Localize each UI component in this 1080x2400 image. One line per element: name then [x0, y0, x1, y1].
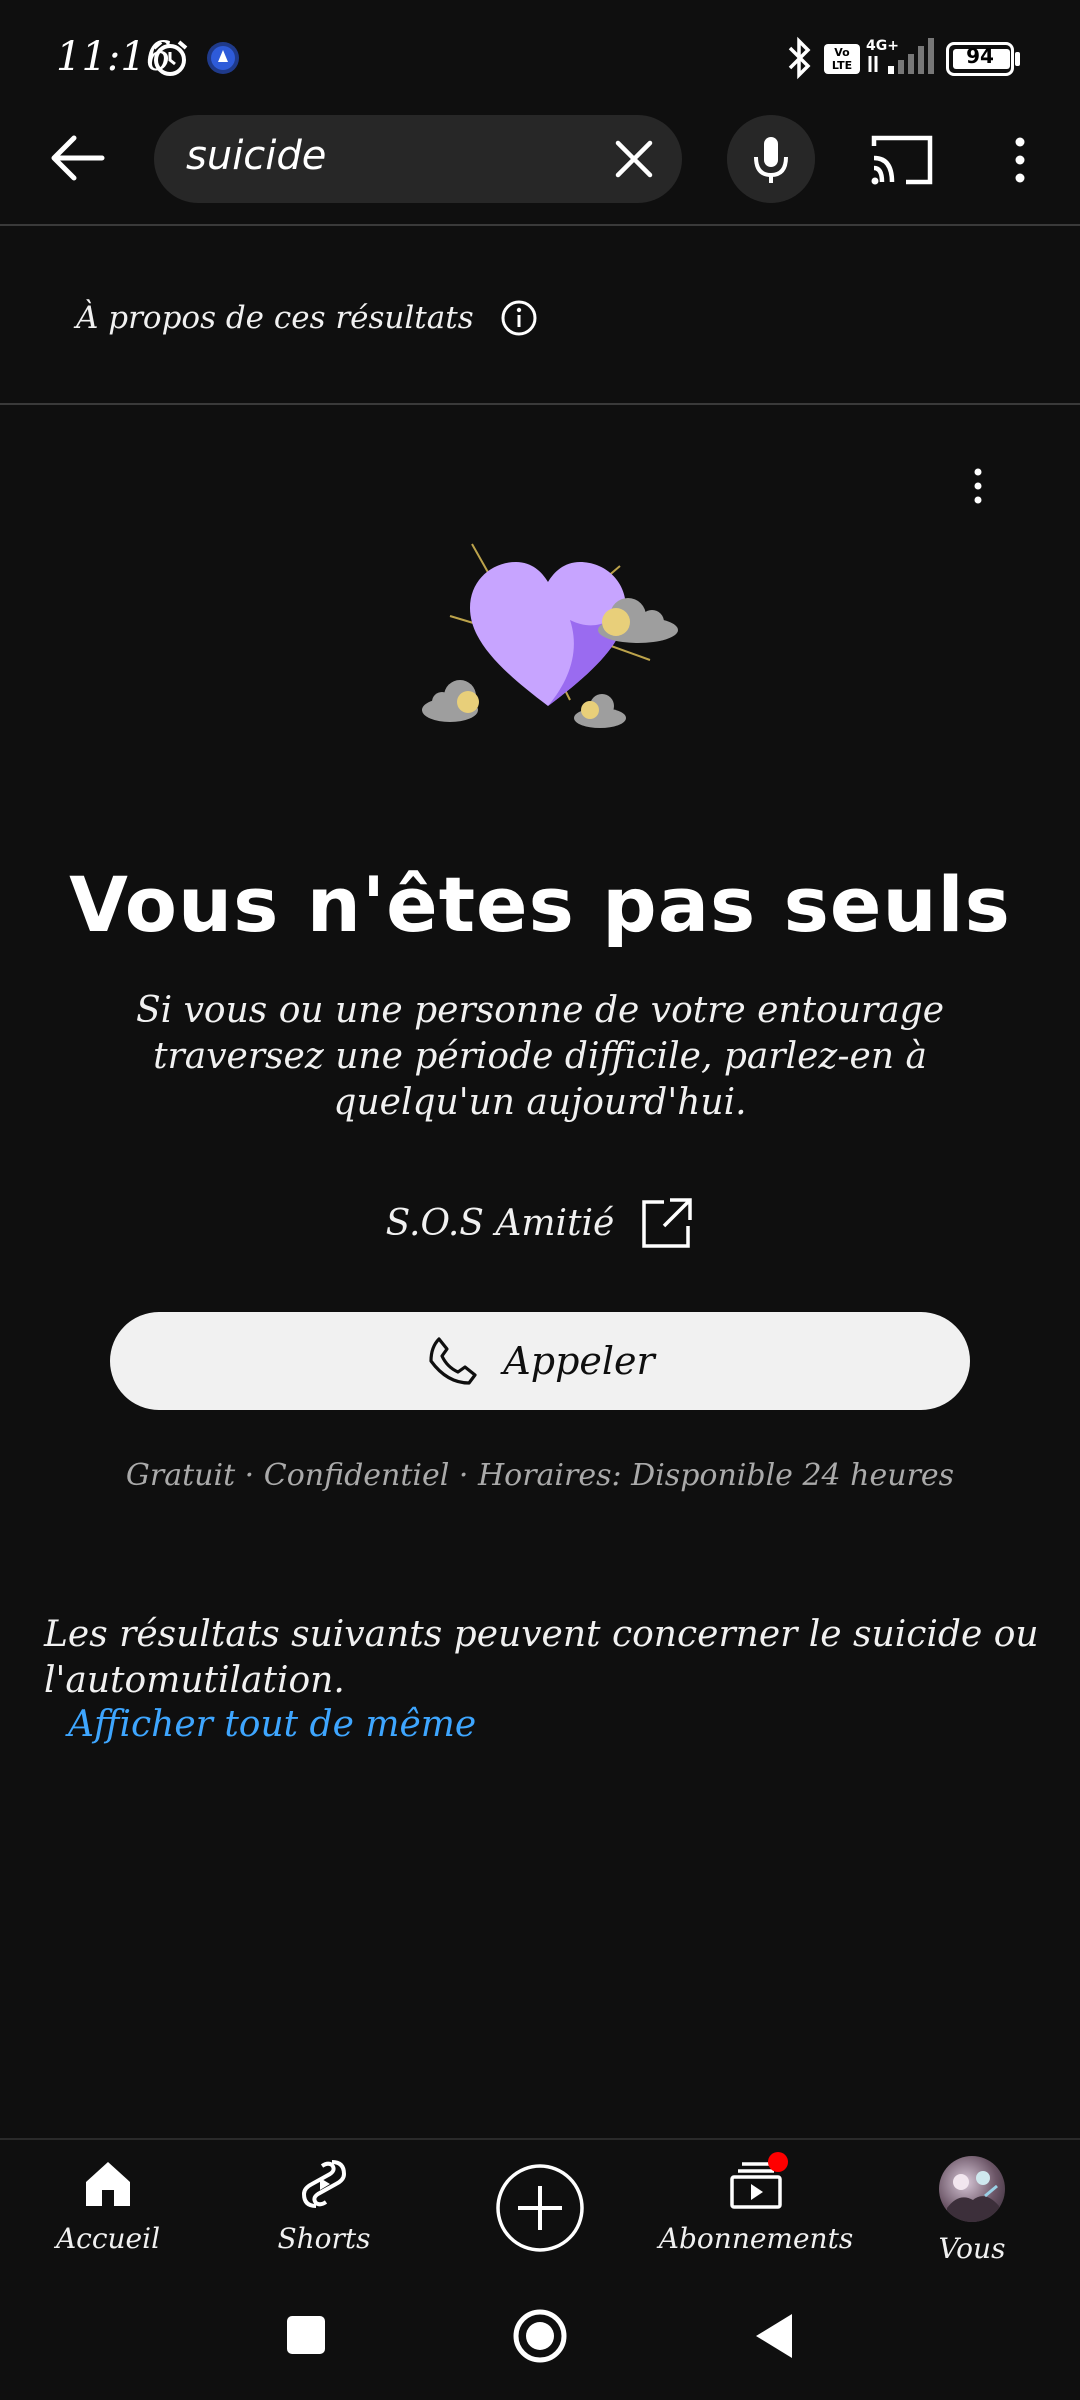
home-button-icon[interactable] — [512, 2308, 568, 2364]
bluetooth-icon — [788, 36, 811, 80]
app-notification-icon — [207, 42, 239, 74]
crisis-title: Vous n'êtes pas seuls — [69, 860, 1011, 949]
close-icon[interactable] — [608, 133, 660, 185]
cast-icon[interactable] — [866, 128, 938, 192]
network-type: 4G+ — [866, 38, 899, 54]
avatar — [939, 2156, 1005, 2222]
heart-illustration — [422, 543, 678, 728]
about-results[interactable]: À propos de ces résultats — [76, 290, 538, 346]
crisis-message: Si vous ou une personne de votre entoura… — [135, 990, 945, 1123]
system-back-icon[interactable] — [752, 2310, 794, 2362]
nav-home[interactable]: Accueil — [8, 2156, 208, 2276]
alarm-icon — [152, 40, 188, 76]
search-header: suicide — [0, 110, 1080, 226]
content-warning: Les résultats suivants peuvent concerner… — [44, 1614, 1039, 1701]
nav-you[interactable]: Vous — [872, 2156, 1072, 2276]
bottom-navigation: Accueil Shorts Abonnements Vous — [0, 2138, 1080, 2280]
nav-shorts[interactable]: Shorts — [224, 2156, 424, 2276]
helpline-name: S.O.S Amitié — [385, 1202, 615, 1244]
nav-label: Vous — [938, 2232, 1006, 2265]
volte-icon: Vo LTE — [824, 44, 860, 74]
battery-level: 94 — [966, 44, 994, 68]
signal-icon: 4G+ — [866, 38, 934, 74]
nav-subscriptions[interactable]: Abonnements — [656, 2152, 856, 2276]
helpline-info: Gratuit · Confidentiel · Horaires: Dispo… — [125, 1458, 955, 1493]
nav-label: Shorts — [277, 2222, 371, 2255]
notification-dot — [768, 2152, 788, 2172]
divider — [0, 403, 1080, 405]
show-anyway-link[interactable]: Afficher tout de même — [68, 1704, 476, 1745]
home-icon — [86, 2162, 130, 2206]
nav-label: Abonnements — [658, 2222, 854, 2255]
back-arrow-icon[interactable] — [40, 120, 116, 196]
create-icon[interactable] — [494, 2162, 586, 2254]
card-more-options-icon[interactable] — [960, 466, 996, 506]
status-bar: 11:16 Vo LTE 4G+ 94 — [0, 0, 1080, 110]
search-query: suicide — [186, 133, 327, 179]
recents-icon[interactable] — [287, 2316, 325, 2354]
external-link-icon[interactable] — [640, 1196, 694, 1250]
shorts-icon — [301, 2160, 347, 2208]
helpline-link[interactable]: S.O.S Amitié — [0, 1196, 1080, 1250]
divider — [0, 224, 1080, 226]
about-results-label: À propos de ces résultats — [76, 300, 474, 336]
system-navigation-bar — [0, 2280, 1080, 2400]
battery-icon: 94 — [946, 42, 1020, 76]
info-icon[interactable] — [500, 299, 538, 337]
call-label: Appeler — [503, 1339, 655, 1383]
phone-icon — [429, 1337, 477, 1385]
call-button[interactable]: Appeler — [110, 1312, 970, 1410]
search-input[interactable]: suicide — [154, 115, 682, 203]
microphone-icon[interactable] — [727, 115, 815, 203]
nav-label: Accueil — [55, 2222, 161, 2255]
more-options-icon[interactable] — [996, 128, 1044, 192]
